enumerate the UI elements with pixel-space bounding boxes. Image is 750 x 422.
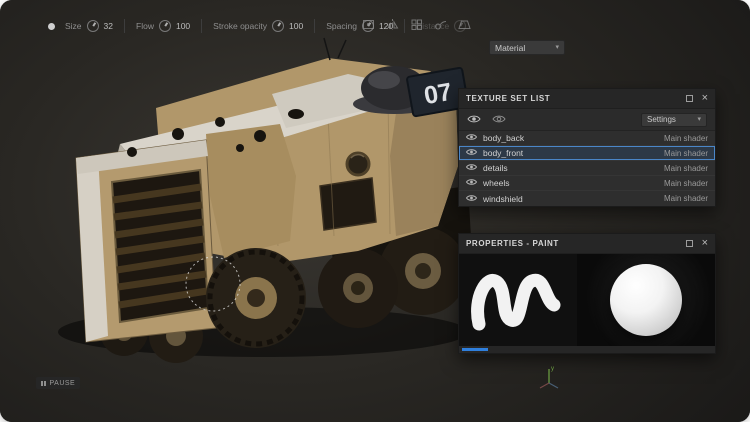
front-wheel — [206, 248, 306, 348]
texture-set-list-panel: TEXTURE SET LIST × Settings ▾ body_back … — [458, 88, 716, 207]
viewport-3d[interactable]: 07 — [28, 36, 478, 366]
texture-set-name: body_front — [483, 148, 523, 158]
texture-set-rows: body_back Main shader body_front Main sh… — [459, 131, 715, 206]
settings-dropdown-label: Settings — [647, 115, 676, 124]
control-label: Spacing — [326, 21, 357, 31]
control-value[interactable]: 100 — [176, 21, 190, 31]
texture-set-name: body_back — [483, 133, 524, 143]
grid-icon[interactable] — [410, 18, 423, 31]
control-value[interactable]: 100 — [289, 21, 303, 31]
panel-title: PROPERTIES - PAINT — [466, 239, 686, 248]
display-filter-icon[interactable] — [467, 111, 481, 129]
porthole — [347, 153, 369, 175]
material-sphere — [610, 264, 682, 336]
properties-content — [459, 254, 715, 346]
texture-set-list-header[interactable]: TEXTURE SET LIST × — [459, 89, 715, 109]
solo-visibility-icon[interactable] — [492, 111, 506, 129]
properties-footer — [459, 346, 715, 353]
axis-gizmo: y — [536, 363, 562, 391]
flow-knob[interactable] — [159, 20, 171, 32]
stencil-icon[interactable] — [362, 18, 375, 31]
svg-text:y: y — [551, 366, 554, 372]
front-fender — [206, 124, 296, 258]
texture-set-row[interactable]: windshield Main shader — [459, 191, 715, 206]
brush-stroke-shape — [478, 280, 554, 324]
control-label: Size — [65, 21, 82, 31]
size-knob[interactable] — [87, 20, 99, 32]
shader-link[interactable]: Main shader — [664, 134, 708, 143]
material-mode-dropdown[interactable]: Material ▾ — [489, 40, 565, 55]
status-label: PAUSE — [50, 380, 76, 387]
perspective-icon[interactable] — [458, 18, 471, 31]
eye-icon[interactable] — [466, 194, 477, 204]
popout-icon[interactable] — [686, 240, 693, 247]
control-label: Stroke opacity — [213, 21, 267, 31]
material-dropdown-label: Material — [495, 43, 525, 53]
brush-tip-icon[interactable] — [48, 23, 55, 30]
texture-set-row[interactable]: body_back Main shader — [459, 131, 715, 146]
toolbar-icon-cluster — [362, 18, 471, 31]
shader-link[interactable]: Main shader — [664, 179, 708, 188]
truck-model: 07 — [58, 38, 473, 363]
texture-set-row[interactable]: details Main shader — [459, 161, 715, 176]
control-value[interactable]: 32 — [104, 21, 113, 31]
divider — [201, 19, 202, 33]
hull-number: 07 — [422, 78, 454, 110]
status-badge[interactable]: PAUSE — [36, 377, 80, 389]
eye-icon[interactable] — [466, 163, 477, 173]
texture-set-name: wheels — [483, 178, 509, 188]
material-preview[interactable] — [577, 254, 715, 346]
symmetry-icon[interactable] — [386, 18, 399, 31]
properties-paint-panel: PROPERTIES - PAINT × — [458, 233, 716, 354]
stroke-opacity-knob[interactable] — [272, 20, 284, 32]
eye-icon[interactable] — [466, 148, 477, 158]
eye-icon[interactable] — [466, 178, 477, 188]
shader-link[interactable]: Main shader — [664, 149, 708, 158]
size-control[interactable]: Size 32 — [65, 20, 113, 32]
scroll-indicator[interactable] — [462, 348, 488, 351]
texture-set-list-toolbar: Settings ▾ — [459, 109, 715, 131]
close-icon[interactable]: × — [702, 238, 708, 249]
shader-link[interactable]: Main shader — [664, 194, 708, 203]
texture-set-row[interactable]: body_front Main shader — [459, 146, 715, 161]
stroke-opacity-control[interactable]: Stroke opacity 100 — [213, 20, 303, 32]
texture-set-name: details — [483, 163, 508, 173]
antennas — [324, 38, 346, 60]
properties-header[interactable]: PROPERTIES - PAINT × — [459, 234, 715, 254]
chevron-down-icon: ▾ — [555, 44, 559, 51]
flow-control[interactable]: Flow 100 — [136, 20, 190, 32]
popout-icon[interactable] — [686, 95, 693, 102]
front-grille — [112, 170, 208, 322]
equipment-box — [320, 178, 376, 230]
lazy-mouse-icon[interactable] — [434, 18, 447, 31]
divider — [124, 19, 125, 33]
mid-wheel — [318, 248, 398, 328]
eye-icon[interactable] — [466, 133, 477, 143]
texture-set-row[interactable]: wheels Main shader — [459, 176, 715, 191]
close-icon[interactable]: × — [702, 93, 708, 104]
pause-icon — [41, 381, 46, 386]
divider — [314, 19, 315, 33]
shader-link[interactable]: Main shader — [664, 164, 708, 173]
chevron-down-icon: ▾ — [697, 116, 701, 123]
panel-title: TEXTURE SET LIST — [466, 94, 686, 103]
control-label: Flow — [136, 21, 154, 31]
settings-dropdown[interactable]: Settings ▾ — [641, 113, 707, 127]
texture-set-name: windshield — [483, 194, 523, 204]
brush-stroke-preview[interactable] — [459, 254, 577, 346]
app-window: 07 Size 32 Flow 100 Stroke opacity — [0, 0, 750, 422]
